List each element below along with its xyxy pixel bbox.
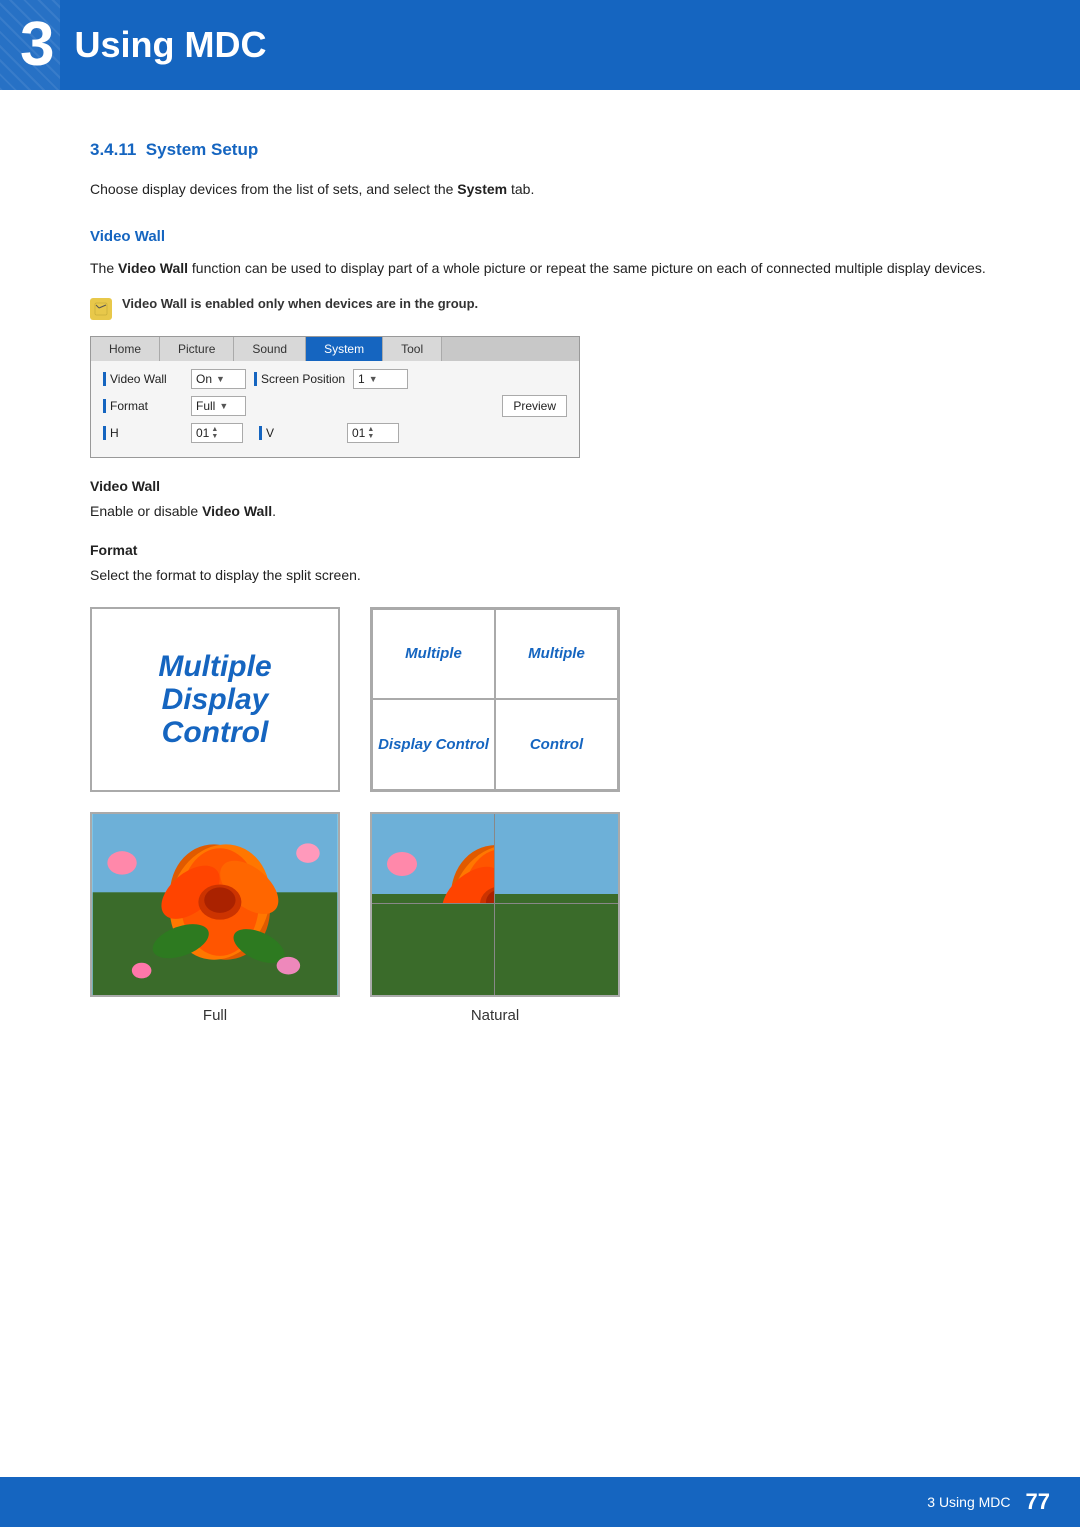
note-text: Video Wall is enabled only when devices … [122,296,478,311]
preview-button[interactable]: Preview [502,395,567,417]
label-bar2 [254,372,257,386]
tab-bar: Home Picture Sound System Tool [91,337,579,361]
format-label: Format [103,399,183,413]
full-flower-item: Full [90,812,340,1024]
h-spinner-arrows: ▲▼ [211,426,218,440]
full-label: Full [203,1007,227,1024]
footer-page-number: 77 [1026,1489,1050,1515]
format-desc: Select the format to display the split s… [90,564,990,586]
videowall-enable-desc: Enable or disable Video Wall. [90,500,990,522]
footer-text: 3 Using MDC [927,1494,1010,1510]
natural-label: Natural [471,1007,519,1024]
format-images: Multiple Display Control Multiple Multip… [90,607,990,792]
section-heading: 3.4.11 System Setup [90,140,990,160]
chapter-number: 3 [20,14,54,76]
natural-flower-image [370,812,620,997]
tab-system[interactable]: System [306,337,383,361]
v-spinner-arrows: ▲▼ [367,426,374,440]
format-section-label: Format [90,542,990,558]
full-flower-image [90,812,340,997]
note-block: Video Wall is enabled only when devices … [90,296,990,320]
panel-row-videowall: Video Wall On ▼ Screen Position 1 ▼ [103,369,567,389]
label-bar4 [103,426,106,440]
tab-home[interactable]: Home [91,337,160,361]
video-wall-heading: Video Wall [90,228,990,245]
dropdown-arrow2: ▼ [369,374,378,384]
videowall-label: Video Wall [103,372,183,386]
v-spinner[interactable]: 01 ▲▼ [347,423,399,443]
quadrant-bl [372,904,495,995]
tab-picture[interactable]: Picture [160,337,234,361]
label-bar5 [259,426,262,440]
quadrant-tl [372,814,495,905]
label-bar3 [103,399,106,413]
panel-row-hv: H 01 ▲▼ V 01 ▲▼ [103,423,567,443]
tab-tool[interactable]: Tool [383,337,442,361]
page-header: 3 Using MDC [0,0,1080,90]
panel-row-format: Format Full ▼ Preview [103,395,567,417]
format-full-text: Multiple Display Control [90,607,340,792]
h-label: H [103,426,183,440]
mdc-full-display: Multiple Display Control [90,607,340,792]
natural-flower-item: Natural [370,812,620,1024]
flower-images: Full [90,812,990,1024]
panel-body: Video Wall On ▼ Screen Position 1 ▼ [91,361,579,457]
ui-panel: Home Picture Sound System Tool Video Wal… [90,336,580,458]
main-content: 3.4.11 System Setup Choose display devic… [0,90,1080,1124]
h-spinner[interactable]: 01 ▲▼ [191,423,243,443]
videowall-select[interactable]: On ▼ [191,369,246,389]
mdc-natural-display: Multiple Multiple Display Control Contro… [370,607,620,792]
v-label: V [259,426,339,440]
screenpos-select[interactable]: 1 ▼ [353,369,408,389]
section-intro: Choose display devices from the list of … [90,178,990,200]
video-wall-description: The Video Wall function can be used to d… [90,257,990,279]
note-icon [90,298,112,320]
tab-sound[interactable]: Sound [234,337,306,361]
format-natural-text: Multiple Multiple Display Control Contro… [370,607,620,792]
quadrant-tr [495,814,618,905]
label-bar [103,372,106,386]
chapter-title: Using MDC [74,24,266,66]
quadrant-br [495,904,618,995]
dropdown-arrow3: ▼ [219,401,228,411]
dropdown-arrow: ▼ [216,374,225,384]
videowall-section-label: Video Wall [90,478,990,494]
format-select[interactable]: Full ▼ [191,396,246,416]
page-footer: 3 Using MDC 77 [0,1477,1080,1527]
screenpos-label: Screen Position [254,372,345,386]
